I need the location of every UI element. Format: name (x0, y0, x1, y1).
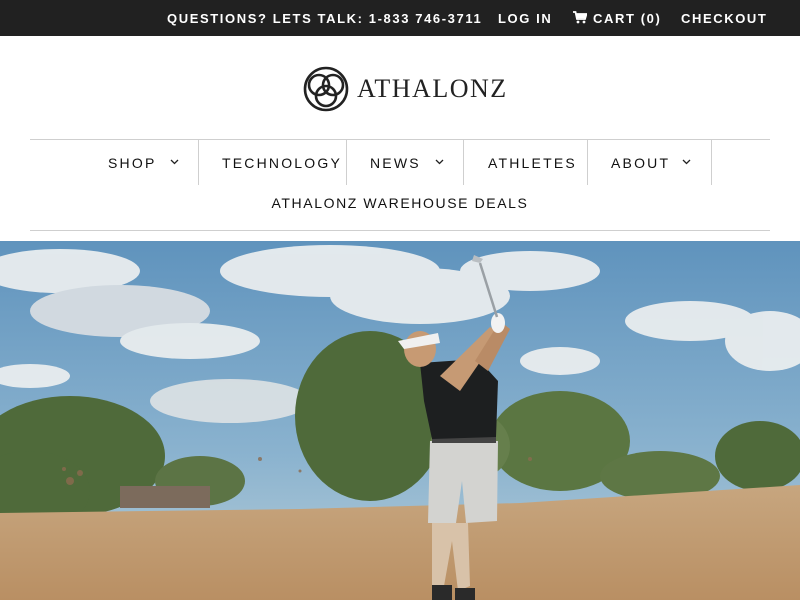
chevron-down-icon (435, 159, 444, 165)
nav-item-label: ABOUT (611, 155, 671, 171)
cart-count: 0 (646, 11, 656, 26)
nav-item-about[interactable]: ABOUT (588, 140, 712, 185)
top-bar: QUESTIONS? LETS TALK: 1-833 746-3711 LOG… (0, 0, 800, 36)
nav-item-shop[interactable]: SHOP (85, 140, 199, 185)
chevron-down-icon (682, 159, 691, 165)
checkout-link[interactable]: CHECKOUT (681, 0, 767, 36)
nav-item-athletes[interactable]: ATHLETES (464, 140, 588, 185)
cart-label-suffix: ) (655, 11, 662, 26)
cart-label-prefix: CART ( (593, 11, 647, 26)
login-link[interactable]: LOG IN (498, 0, 552, 36)
brand-name: ATHALONZ (357, 74, 508, 103)
contact-phone-link[interactable]: QUESTIONS? LETS TALK: 1-833 746-3711 (167, 0, 482, 36)
brand-logo[interactable]: ATHALONZ (300, 65, 510, 113)
nav-item-technology[interactable]: TECHNOLOGY (199, 140, 347, 185)
nav-divider-bottom (30, 230, 770, 231)
athalonz-knot-icon (303, 66, 349, 112)
nav-item-label: ATHLETES (488, 155, 577, 171)
nav-item-label: NEWS (370, 155, 421, 171)
cart-link[interactable]: CART (0) (573, 0, 661, 36)
shopping-cart-icon (573, 1, 588, 39)
nav-item-label: SHOP (108, 155, 157, 171)
nav-item-label: TECHNOLOGY (222, 155, 343, 171)
nav-item-warehouse-deals[interactable]: ATHALONZ WAREHOUSE DEALS (0, 195, 800, 211)
hero-image-golfer (0, 241, 800, 600)
nav-item-news[interactable]: NEWS (347, 140, 464, 185)
hero-illustration (0, 241, 800, 600)
chevron-down-icon (170, 159, 179, 165)
